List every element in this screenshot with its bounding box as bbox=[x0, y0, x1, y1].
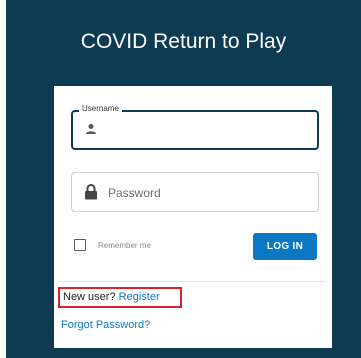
page-title: COVID Return to Play bbox=[80, 30, 287, 53]
forgot-password-link[interactable]: Forgot Password? bbox=[61, 319, 150, 331]
login-page: COVID Return to Play Username Remember m… bbox=[0, 0, 361, 358]
login-card: Username Remember me LOG IN New user? Re… bbox=[54, 86, 332, 348]
new-user-highlight: New user? Register bbox=[58, 287, 182, 308]
username-input[interactable] bbox=[107, 112, 311, 150]
remember-me-checkbox[interactable] bbox=[74, 239, 86, 251]
password-input[interactable] bbox=[106, 173, 310, 213]
remember-me-label: Remember me bbox=[98, 240, 151, 250]
login-button[interactable]: LOG IN bbox=[253, 233, 317, 260]
person-icon bbox=[85, 122, 97, 140]
remember-me[interactable]: Remember me bbox=[74, 239, 151, 251]
register-link[interactable]: Register bbox=[119, 291, 160, 303]
username-field[interactable]: Username bbox=[71, 104, 319, 150]
password-field[interactable] bbox=[71, 172, 319, 213]
divider bbox=[61, 281, 325, 282]
new-user-text: New user? bbox=[63, 291, 116, 303]
lock-icon bbox=[84, 184, 98, 205]
